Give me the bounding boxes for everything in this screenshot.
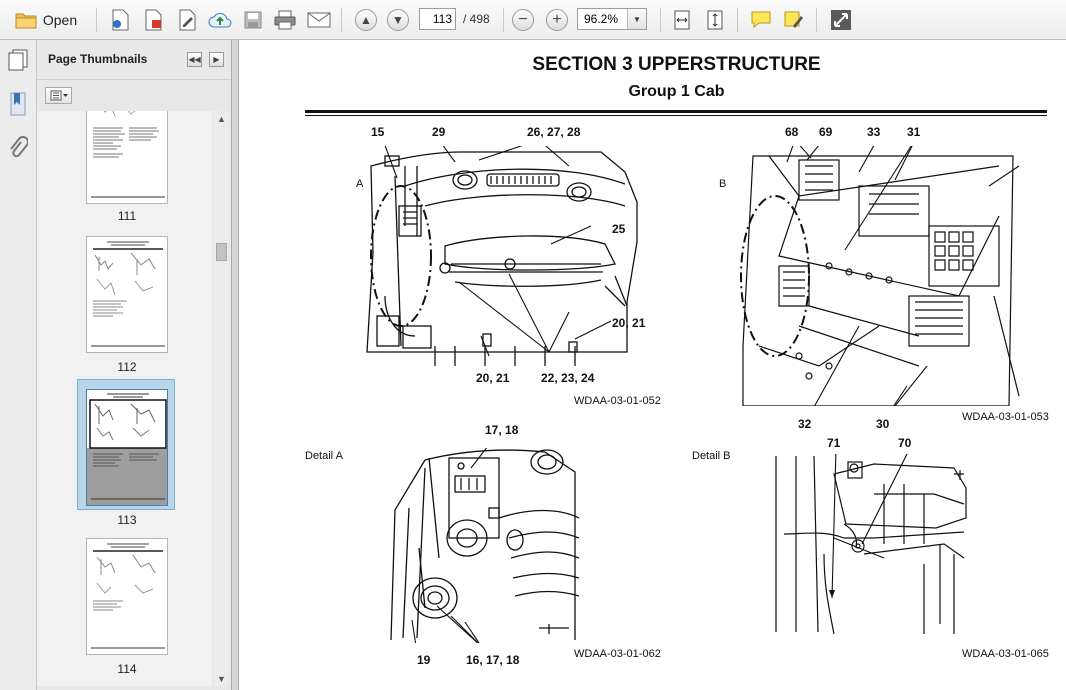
header-rule — [305, 110, 1047, 113]
callout: 68 — [785, 125, 799, 139]
bookmark-icon[interactable] — [6, 92, 30, 116]
header-rule-thin — [305, 115, 1047, 116]
callout: 25 — [612, 222, 626, 236]
callout: 33 — [867, 125, 881, 139]
scroll-up-icon[interactable]: ▲ — [214, 111, 229, 126]
attachment-icon[interactable] — [6, 136, 30, 160]
highlight-text-icon[interactable] — [781, 7, 807, 33]
save-icon[interactable] — [240, 7, 266, 33]
thumbnails-panel: Page Thumbnails ◀◀ ▶ 111 112 113 114 ▲ ▼ — [37, 40, 231, 690]
separator — [816, 8, 817, 32]
panel-title: Page Thumbnails — [48, 52, 148, 66]
print-icon[interactable] — [272, 7, 298, 33]
figure-code: WDAA-03-01-052 — [574, 395, 661, 407]
thumbnail-label: 114 — [117, 662, 137, 676]
thumbnail-list[interactable]: 111 112 113 114 — [37, 111, 212, 686]
group-title: Group 1 Cab — [628, 83, 725, 100]
thumbnail-options-button[interactable] — [45, 87, 72, 104]
callout: 17, 18 — [485, 423, 519, 437]
arrow-down-icon: ▼ — [387, 9, 409, 31]
detail-a-illustration — [390, 448, 579, 643]
separator — [341, 8, 342, 32]
separator — [96, 8, 97, 32]
collapse-panel-icon[interactable]: ◀◀ — [187, 52, 202, 67]
thumbnail-label: 112 — [117, 360, 137, 374]
open-label: Open — [42, 12, 78, 28]
thumbnail-label: 113 — [117, 513, 137, 527]
plus-icon: + — [546, 9, 568, 31]
thumbnail-scrollbar[interactable]: ▲ ▼ — [214, 111, 229, 686]
next-page-button[interactable]: ▼ — [386, 7, 410, 33]
thumbnail-page[interactable] — [86, 111, 168, 204]
panel-splitter[interactable] — [231, 40, 239, 690]
callout: 19 — [417, 653, 431, 667]
detail-a-title: Detail A — [305, 450, 343, 462]
page-thumbnails-icon[interactable] — [6, 48, 30, 72]
arrow-up-icon: ▲ — [355, 9, 377, 31]
fullscreen-icon[interactable] — [828, 7, 854, 33]
callout: 20, 21 — [476, 371, 510, 385]
edit-pdf-icon[interactable] — [174, 7, 200, 33]
figure-code: WDAA-03-01-053 — [962, 411, 1049, 423]
callout: 32 — [798, 417, 812, 431]
folder-icon — [15, 13, 37, 29]
section-title: SECTION 3 UPPERSTRUCTURE — [532, 54, 821, 75]
callout: 69 — [819, 125, 833, 139]
thumbnail-label: 111 — [117, 209, 137, 223]
zoom-select[interactable]: 96.2% ▼ — [577, 8, 647, 30]
page-total: / 498 — [463, 12, 490, 26]
figure-code: WDAA-03-01-065 — [962, 648, 1049, 660]
callout: 26, 27, 28 — [527, 125, 581, 139]
figure-a-illustration — [366, 146, 638, 366]
upload-cloud-icon[interactable] — [207, 7, 233, 33]
thumbnail-page[interactable] — [86, 236, 168, 353]
callout: 15 — [371, 125, 385, 139]
page-number-input[interactable]: 113 — [419, 8, 456, 30]
zoom-in-button[interactable]: + — [545, 7, 569, 33]
chevron-down-icon[interactable]: ▼ — [627, 9, 646, 29]
expand-panel-icon[interactable]: ▶ — [209, 52, 224, 67]
callout: 70 — [898, 436, 912, 450]
figure-b-illustration — [740, 146, 1020, 406]
callout: 71 — [827, 436, 841, 450]
callout: 16, 17, 18 — [466, 653, 520, 667]
fit-page-icon[interactable] — [702, 7, 728, 33]
detail-b-illustration — [775, 454, 967, 634]
navigation-strip — [0, 40, 37, 690]
comment-icon[interactable] — [748, 7, 774, 33]
export-pdf-icon[interactable] — [140, 7, 166, 33]
separator — [660, 8, 661, 32]
previous-page-button[interactable]: ▲ — [354, 7, 378, 33]
email-icon[interactable] — [306, 7, 332, 33]
separator — [737, 8, 738, 32]
view-letter-a: A — [356, 178, 364, 190]
fit-width-icon[interactable] — [669, 7, 695, 33]
callout: 30 — [876, 417, 890, 431]
toolbar: Open ▲ ▼ 113 / 498 − + 96.2% ▼ — [0, 0, 1066, 40]
list-options-icon — [50, 90, 68, 101]
thumbnail-page[interactable] — [86, 538, 168, 655]
callout: 22, 23, 24 — [541, 371, 595, 385]
thumbnail-page-selected[interactable] — [86, 389, 168, 506]
separator — [503, 8, 504, 32]
zoom-out-button[interactable]: − — [511, 7, 535, 33]
scroll-down-icon[interactable]: ▼ — [214, 671, 229, 686]
callout: 29 — [432, 125, 446, 139]
figure-code: WDAA-03-01-062 — [574, 648, 661, 660]
scrollbar-thumb[interactable] — [216, 243, 227, 261]
zoom-value: 96.2% — [584, 12, 619, 26]
minus-icon: − — [512, 9, 534, 31]
callout: 20, 21 — [612, 316, 646, 330]
detail-b-title: Detail B — [692, 450, 731, 462]
callout: 31 — [907, 125, 921, 139]
create-pdf-icon[interactable] — [107, 7, 133, 33]
view-letter-b: B — [719, 178, 727, 190]
panel-header: Page Thumbnails ◀◀ ▶ — [37, 40, 231, 80]
document-page: SECTION 3 UPPERSTRUCTURE Group 1 Cab 15 … — [239, 40, 1066, 690]
open-button[interactable]: Open — [6, 7, 86, 33]
